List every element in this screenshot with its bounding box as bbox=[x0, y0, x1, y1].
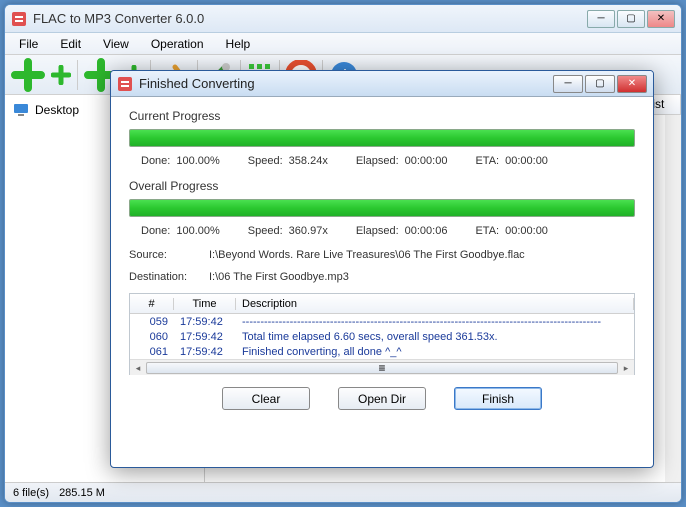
scroll-left-icon[interactable]: ◂ bbox=[130, 360, 146, 376]
current-done-value: 100.00% bbox=[176, 155, 219, 167]
dialog-icon bbox=[117, 76, 133, 92]
scroll-thumb[interactable]: ≡ bbox=[146, 362, 618, 374]
menu-view[interactable]: View bbox=[93, 35, 139, 53]
current-progress-label: Current Progress bbox=[129, 109, 635, 123]
main-minimize-button[interactable]: ─ bbox=[587, 10, 615, 28]
overall-done-label: Done: bbox=[141, 225, 170, 237]
menu-operation[interactable]: Operation bbox=[141, 35, 214, 53]
main-maximize-button[interactable]: ▢ bbox=[617, 10, 645, 28]
current-elapsed-value: 00:00:00 bbox=[405, 155, 448, 167]
main-titlebar[interactable]: FLAC to MP3 Converter 6.0.0 ─ ▢ ✕ bbox=[5, 5, 681, 33]
current-done-label: Done: bbox=[141, 155, 170, 167]
destination-label: Destination: bbox=[129, 271, 209, 283]
status-total-size: 285.15 M bbox=[59, 487, 105, 499]
overall-elapsed-value: 00:00:06 bbox=[405, 225, 448, 237]
dialog-title: Finished Converting bbox=[139, 76, 553, 91]
overall-stats: Done: 100.00% Speed: 360.97x Elapsed: 00… bbox=[129, 225, 635, 237]
log-cell-num: 059 bbox=[130, 316, 174, 328]
desktop-icon bbox=[13, 103, 29, 117]
current-speed-value: 358.24x bbox=[289, 155, 328, 167]
overall-eta-value: 00:00:00 bbox=[505, 225, 548, 237]
log-cell-desc: ----------------------------------------… bbox=[236, 316, 634, 328]
log-column-num[interactable]: # bbox=[130, 298, 174, 310]
overall-speed-label: Speed: bbox=[248, 225, 283, 237]
log-cell-num: 060 bbox=[130, 331, 174, 343]
finish-button[interactable]: Finish bbox=[454, 387, 542, 410]
overall-progress-label: Overall Progress bbox=[129, 179, 635, 193]
app-icon bbox=[11, 11, 27, 27]
log-cell-num: 061 bbox=[130, 346, 174, 358]
add-files-icon[interactable] bbox=[11, 58, 45, 92]
log-table: # Time Description 059 17:59:42 --------… bbox=[129, 293, 635, 375]
dialog-maximize-button[interactable]: ▢ bbox=[585, 75, 615, 93]
dialog-close-button[interactable]: ✕ bbox=[617, 75, 647, 93]
overall-elapsed-label: Elapsed: bbox=[356, 225, 399, 237]
overall-eta-label: ETA: bbox=[475, 225, 499, 237]
main-close-button[interactable]: ✕ bbox=[647, 10, 675, 28]
status-file-count: 6 file(s) bbox=[13, 487, 49, 499]
current-elapsed-label: Elapsed: bbox=[356, 155, 399, 167]
log-row[interactable]: 059 17:59:42 ---------------------------… bbox=[130, 314, 634, 329]
menubar: File Edit View Operation Help bbox=[5, 33, 681, 55]
log-row[interactable]: 061 17:59:42 Finished converting, all do… bbox=[130, 344, 634, 359]
log-column-desc[interactable]: Description bbox=[236, 298, 634, 310]
statusbar: 6 file(s) 285.15 M bbox=[5, 482, 681, 502]
overall-speed-value: 360.97x bbox=[289, 225, 328, 237]
current-speed-label: Speed: bbox=[248, 155, 283, 167]
current-eta-label: ETA: bbox=[475, 155, 499, 167]
menu-file[interactable]: File bbox=[9, 35, 48, 53]
log-cell-desc: Finished converting, all done ^_^ bbox=[236, 346, 634, 358]
menu-edit[interactable]: Edit bbox=[50, 35, 91, 53]
log-cell-desc: Total time elapsed 6.60 secs, overall sp… bbox=[236, 331, 634, 343]
add-small-icon[interactable] bbox=[51, 65, 71, 85]
log-column-time[interactable]: Time bbox=[174, 298, 236, 310]
current-stats: Done: 100.00% Speed: 358.24x Elapsed: 00… bbox=[129, 155, 635, 167]
source-label: Source: bbox=[129, 249, 209, 261]
current-eta-value: 00:00:00 bbox=[505, 155, 548, 167]
file-list-scrollbar[interactable] bbox=[665, 115, 681, 483]
log-cell-time: 17:59:42 bbox=[174, 316, 236, 328]
log-row[interactable]: 060 17:59:42 Total time elapsed 6.60 sec… bbox=[130, 329, 634, 344]
clear-button[interactable]: Clear bbox=[222, 387, 310, 410]
overall-progress-bar bbox=[129, 199, 635, 217]
current-progress-bar bbox=[129, 129, 635, 147]
log-horizontal-scrollbar[interactable]: ◂ ≡ ▸ bbox=[130, 359, 634, 375]
sidebar-item-label: Desktop bbox=[35, 103, 79, 117]
dialog-minimize-button[interactable]: ─ bbox=[553, 75, 583, 93]
log-cell-time: 17:59:42 bbox=[174, 331, 236, 343]
destination-path: I:\06 The First Goodbye.mp3 bbox=[209, 271, 349, 283]
source-path: I:\Beyond Words. Rare Live Treasures\06 … bbox=[209, 249, 525, 261]
toolbar-separator bbox=[77, 60, 78, 90]
finished-converting-dialog: Finished Converting ─ ▢ ✕ Current Progre… bbox=[110, 70, 654, 468]
overall-done-value: 100.00% bbox=[176, 225, 219, 237]
scroll-right-icon[interactable]: ▸ bbox=[618, 360, 634, 376]
menu-help[interactable]: Help bbox=[216, 35, 261, 53]
open-dir-button[interactable]: Open Dir bbox=[338, 387, 426, 410]
main-title: FLAC to MP3 Converter 6.0.0 bbox=[33, 11, 587, 26]
log-cell-time: 17:59:42 bbox=[174, 346, 236, 358]
dialog-titlebar[interactable]: Finished Converting ─ ▢ ✕ bbox=[111, 71, 653, 97]
